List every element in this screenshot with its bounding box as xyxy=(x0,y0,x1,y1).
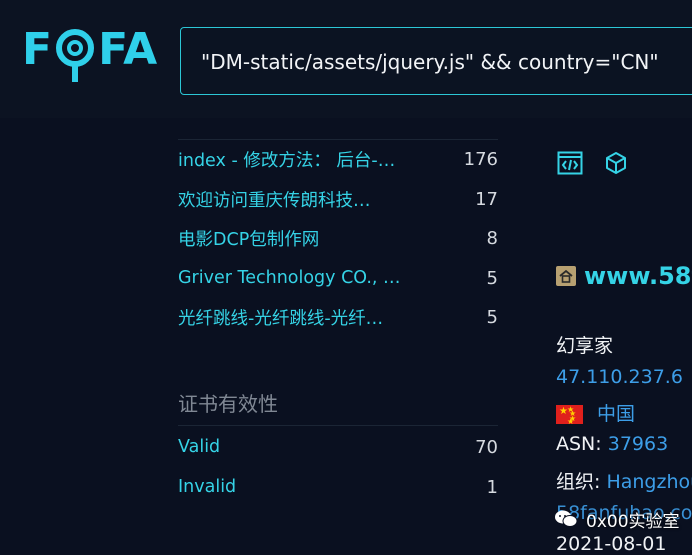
divider xyxy=(178,425,498,426)
result-asn-link[interactable]: 37963 xyxy=(608,433,668,455)
cert-validity-title: 证书有效性 xyxy=(178,392,278,416)
search-box[interactable] xyxy=(180,27,692,96)
result-site-title: 幻享家 xyxy=(556,335,614,357)
watermark: 0x00实验室 xyxy=(540,500,692,540)
aggregation-item[interactable]: Griver Technology CO., … 5 xyxy=(178,259,498,299)
aggregation-item-count: 5 xyxy=(486,307,498,329)
aggregation-item[interactable]: 电影DCP包制作网 8 xyxy=(178,219,498,259)
top-header: F FA xyxy=(0,0,692,118)
aggregation-item[interactable]: index - 修改方法： 后台-… 176 xyxy=(178,140,498,180)
logo-letters-fa: FA xyxy=(98,24,158,75)
cube-icon[interactable] xyxy=(602,149,630,177)
cert-validity-list: Valid 70 Invalid 1 xyxy=(178,427,498,507)
search-input[interactable] xyxy=(199,28,692,96)
wechat-icon xyxy=(554,509,578,529)
cert-item-count: 1 xyxy=(486,476,498,498)
fofa-logo[interactable]: F FA xyxy=(22,28,157,88)
china-flag-icon: ★ ★ ★ ★ ★ xyxy=(556,405,583,426)
logo-magnifier-icon xyxy=(54,28,96,86)
result-host-row: www.58f xyxy=(556,262,692,290)
result-asn-label: ASN: xyxy=(556,433,602,455)
aggregation-item-label[interactable]: index - 修改方法： 后台-… xyxy=(178,147,395,172)
result-ip-link[interactable]: 47.110.237.6 xyxy=(556,366,683,388)
aggregation-item-label[interactable]: Griver Technology CO., … xyxy=(178,268,401,288)
result-org-label: 组织: xyxy=(556,471,601,493)
aggregation-item-label[interactable]: 光纤跳线-光纤跳线-光纤… xyxy=(178,305,383,330)
cert-item-label[interactable]: Valid xyxy=(178,437,220,457)
cert-item-valid[interactable]: Valid 70 xyxy=(178,427,498,467)
logo-letter-f: F xyxy=(22,24,53,75)
aggregation-item-label[interactable]: 电影DCP包制作网 xyxy=(178,226,319,251)
cert-item-label[interactable]: Invalid xyxy=(178,477,236,497)
result-country-link[interactable]: 中国 xyxy=(597,403,635,425)
aggregation-item-count: 176 xyxy=(463,149,498,171)
aggregation-item-count: 8 xyxy=(486,228,498,250)
result-actions xyxy=(556,149,630,177)
result-ip[interactable]: 47.110.237.6 xyxy=(556,366,683,388)
cert-item-invalid[interactable]: Invalid 1 xyxy=(178,467,498,507)
aggregation-item-count: 5 xyxy=(486,267,498,289)
home-icon xyxy=(556,266,576,286)
aggregation-item-count: 17 xyxy=(475,188,498,210)
code-icon[interactable] xyxy=(556,149,584,177)
watermark-text: 0x00实验室 xyxy=(586,512,680,532)
result-asn-row: ASN: 37963 xyxy=(556,433,668,455)
cert-item-count: 70 xyxy=(475,436,498,458)
result-country-row: ★ ★ ★ ★ ★ 中国 xyxy=(556,399,635,426)
aggregation-item[interactable]: 光纤跳线-光纤跳线-光纤… 5 xyxy=(178,298,498,338)
result-org-link[interactable]: Hangzhou xyxy=(606,471,692,493)
result-org-row: 组织: Hangzhou xyxy=(556,467,692,494)
aggregation-item[interactable]: 欢迎访问重庆传朗科技… 17 xyxy=(178,180,498,220)
aggregation-item-label[interactable]: 欢迎访问重庆传朗科技… xyxy=(178,187,371,212)
result-host-link[interactable]: www.58f xyxy=(584,262,692,290)
aggregation-list: index - 修改方法： 后台-… 176 欢迎访问重庆传朗科技… 17 电影… xyxy=(178,140,498,338)
